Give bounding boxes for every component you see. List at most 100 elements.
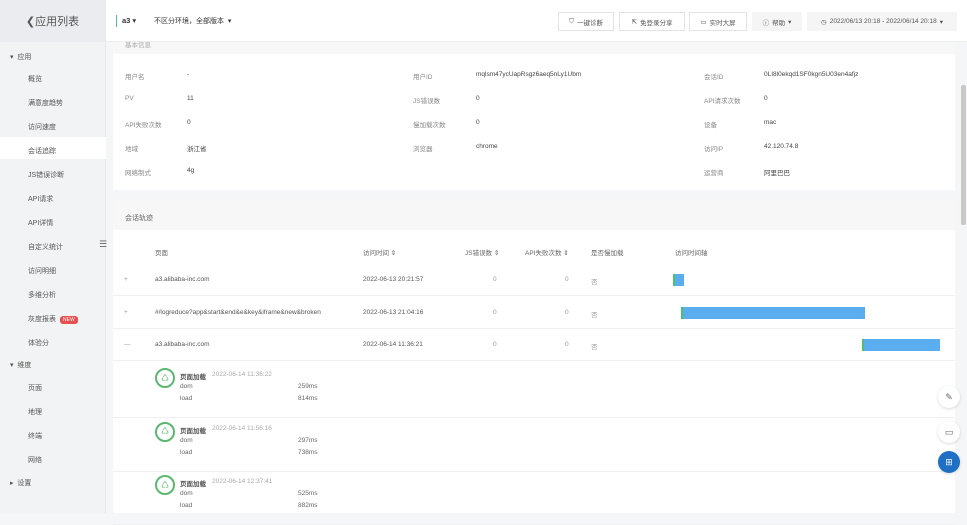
new-badge: NEW [60, 316, 78, 324]
event-title: 页面加载 [180, 481, 206, 488]
sidebar-dim-item[interactable]: 页面 [28, 383, 42, 393]
sidebar-item[interactable]: 灰度报表 NEW [28, 314, 78, 324]
scrollbar[interactable] [961, 85, 966, 225]
expand-toggle[interactable]: + [124, 309, 128, 316]
info-label: 用户ID [413, 74, 433, 81]
expand-toggle[interactable]: + [124, 276, 128, 283]
event-time: 2022-06-14 12:37:41 [212, 478, 273, 485]
info-title: 基本信息 [125, 42, 151, 49]
dom-label: dom [180, 436, 193, 444]
chevron-left-icon: ❮ [25, 15, 36, 28]
apps-icon[interactable]: ⊞ [938, 451, 960, 473]
env-selector[interactable]: 不区分环境，全部版本 ▾ [154, 16, 231, 26]
event-title: 页面加载 [180, 427, 206, 435]
info-value: 4g [187, 167, 195, 174]
info-label: 运营商 [704, 170, 724, 177]
dom-value: 297ms [298, 436, 318, 444]
sidebar-group-settings[interactable]: ▸ 设置 [10, 478, 31, 488]
timeline-bar [681, 306, 865, 319]
sidebar-dim-item[interactable]: 网络 [28, 455, 42, 465]
sidebar-item[interactable]: 自定义统计 [28, 242, 63, 252]
edit-icon[interactable]: ✎ [938, 386, 960, 408]
basic-info-card: 用户名 - 用户ID mqlsm47ycUapRsgz6aeq5nLy1Ubm 会话ID… [113, 54, 955, 190]
sidebar-dim-item[interactable]: 地理 [28, 407, 42, 417]
info-label: 设备 [704, 122, 717, 129]
slow-load-cell: 否 [591, 311, 598, 319]
sidebar-item[interactable]: 访问明细 [28, 266, 56, 276]
slow-load-cell: 否 [591, 279, 598, 286]
app-selector[interactable]: a3 ▾ [122, 16, 136, 25]
info-icon: ⓘ [762, 19, 770, 27]
dom-label: dom [180, 383, 193, 390]
timeline-start-marker [862, 339, 864, 351]
info-label: 慢加载次数 [413, 122, 446, 129]
sidebar-item[interactable]: 体验分 [28, 338, 49, 348]
api-fail-cell: 0 [565, 341, 569, 348]
js-errors-cell: 0 [493, 276, 497, 283]
table-row[interactable]: + #/logreduce?app&start&end&e&key&iframe… [113, 297, 955, 329]
diagnose-button[interactable]: ⛉ 一键诊断 [558, 12, 614, 31]
table-row[interactable]: — a3.alibaba-inc.com 2022-06-14 11:36:21… [113, 329, 955, 361]
page-load-icon: ♺ [155, 475, 175, 495]
info-value: 0 [187, 119, 191, 126]
realtime-screen-button[interactable]: ▭ 实时大屏 [689, 12, 747, 31]
info-label: 网络制式 [125, 170, 151, 177]
api-fail-cell: 0 [565, 308, 569, 316]
time-cell: 2022-06-14 11:36:21 [363, 341, 423, 348]
timeline-start-marker [673, 274, 675, 286]
page-load-event: ♺ 页面加载 2022-06-14 11:36:22 dom 259ms loa… [113, 366, 955, 418]
sidebar-item[interactable]: 概览 [28, 74, 42, 84]
table-row[interactable]: + a3.alibaba-inc.com 2022-06-13 20:21:57… [113, 264, 955, 296]
sidebar-dim-item[interactable]: 终端 [28, 431, 42, 441]
info-value: 0LI8l0ekqd1SF0kgn5U03en4afjz [764, 71, 859, 78]
sidebar-group-app[interactable]: ▾ 应用 [10, 52, 31, 62]
feedback-icon[interactable]: ▭ [938, 421, 960, 443]
timeline-bar [862, 339, 941, 351]
column-header[interactable]: 访问时间 ⇕ [363, 247, 396, 257]
page-cell: a3.alibaba-inc.com [155, 341, 210, 348]
monitor-icon: ▭ [700, 18, 707, 26]
date-range-picker[interactable]: ◷ 2022/06/13 20:18 - 2022/06/14 20:18 ▾ [807, 12, 957, 31]
column-header: 访问时间轴 [675, 250, 708, 257]
sidebar: ❮ 应用列表 ▾ 应用 概览满意度趋势访问速度会话追踪 JS错误诊断 API请求 API… [0, 0, 107, 513]
back-to-app-list[interactable]: ❮ 应用列表 [0, 0, 105, 42]
column-header: 页面 [155, 250, 168, 257]
expand-toggle[interactable]: — [124, 341, 131, 348]
info-label: 地域 [125, 146, 138, 153]
help-dropdown[interactable]: ⓘ 帮助 ▾ [752, 12, 802, 31]
info-value: 0 [764, 95, 768, 102]
page-cell: #/logreduce?app&start&end&e&key&iframe&n… [155, 308, 321, 316]
sidebar-item[interactable]: JS错误诊断 [28, 170, 64, 180]
info-value: mqlsm47ycUapRsgz6aeq5nLy1Ubm [476, 71, 582, 78]
menu-toggle-icon[interactable]: ☰ [99, 239, 107, 250]
event-time: 2022-06-14 11:56:16 [212, 424, 272, 432]
sidebar-item[interactable]: API请求 [28, 194, 53, 204]
sidebar-item[interactable]: 会话追踪 [28, 146, 56, 156]
share-button[interactable]: ⇱ 免登录分享 [619, 12, 685, 31]
sidebar-item[interactable]: 访问速度 [28, 122, 56, 132]
load-value: 738ms [298, 448, 318, 456]
column-header: 是否慢加载 [591, 250, 624, 257]
info-label: 访问IP [704, 146, 724, 153]
info-label: 会话ID [704, 74, 724, 81]
trace-title: 会话轨迹 [125, 215, 153, 222]
timeline-start-marker [681, 306, 684, 319]
sidebar-item[interactable]: API详情 [28, 218, 53, 228]
js-errors-cell: 0 [493, 341, 497, 348]
load-value: 814ms [298, 395, 318, 402]
sidebar-item[interactable]: 多维分析 [28, 290, 56, 300]
page-load-icon: ♺ [155, 421, 175, 442]
column-header[interactable]: API失败次数 ⇕ [525, 247, 569, 257]
timeline-bar [673, 274, 684, 286]
info-value: mac [764, 119, 777, 126]
sidebar-item[interactable]: 满意度趋势 [28, 98, 63, 108]
load-label: load [180, 448, 193, 456]
sidebar-group-dimension[interactable]: ▾ 维度 [10, 360, 31, 370]
page-load-event: ♺ 页面加载 2022-06-14 11:56:16 dom 297ms loa… [113, 420, 955, 472]
info-value: 42.120.74.8 [764, 143, 799, 150]
load-label: load [180, 395, 193, 402]
dom-label: dom [180, 490, 193, 497]
column-header[interactable]: JS错误数 ⇕ [465, 247, 499, 257]
time-cell: 2022-06-13 21:04:16 [363, 308, 424, 316]
info-label: JS错误数 [413, 98, 441, 105]
